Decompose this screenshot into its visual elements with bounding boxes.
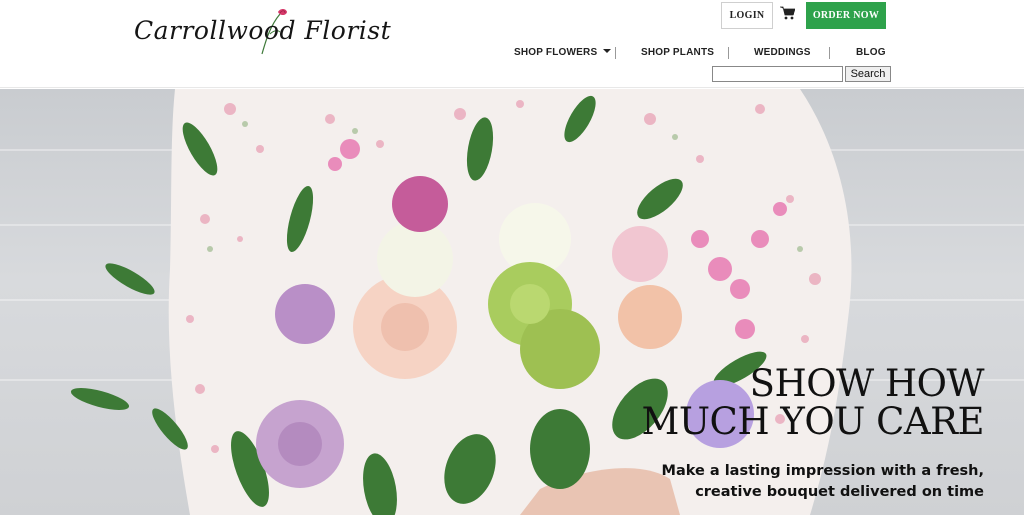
nav-blog[interactable]: BLOG xyxy=(856,47,886,58)
nav-shop-flowers[interactable]: SHOP FLOWERS xyxy=(514,47,612,58)
site-header: Carrollwood Florist LOGIN ORDER NOW SHOP… xyxy=(0,0,1024,88)
nav-divider xyxy=(728,47,729,59)
hero-banner: SHOW HOW MUCH YOU CARE Make a lasting im… xyxy=(0,89,1024,515)
chevron-down-icon xyxy=(603,49,612,53)
cart-icon[interactable] xyxy=(780,6,795,20)
nav-weddings[interactable]: WEDDINGS xyxy=(754,47,811,58)
hero-headline: SHOW HOW MUCH YOU CARE xyxy=(641,365,984,441)
nav-divider xyxy=(615,47,616,59)
logo-text: Carrollwood Florist xyxy=(134,16,392,45)
search-button[interactable]: Search xyxy=(845,66,891,82)
order-now-button[interactable]: ORDER NOW xyxy=(806,2,886,29)
hero-subline-line2: creative bouquet delivered on time xyxy=(695,484,984,500)
hero-subline-line1: Make a lasting impression with a fresh, xyxy=(661,463,984,479)
brand-logo[interactable]: Carrollwood Florist xyxy=(134,4,391,60)
search-input[interactable] xyxy=(712,66,843,82)
nav-shop-plants[interactable]: SHOP PLANTS xyxy=(641,47,714,58)
nav-divider xyxy=(829,47,830,59)
nav-shop-flowers-label: SHOP FLOWERS xyxy=(514,47,598,58)
hero-headline-line1: SHOW HOW xyxy=(749,362,985,405)
hero-headline-line2: MUCH YOU CARE xyxy=(641,400,984,443)
bouquet-photo xyxy=(70,89,852,515)
login-button[interactable]: LOGIN xyxy=(721,2,773,29)
hero-subline: Make a lasting impression with a fresh, … xyxy=(662,461,984,503)
